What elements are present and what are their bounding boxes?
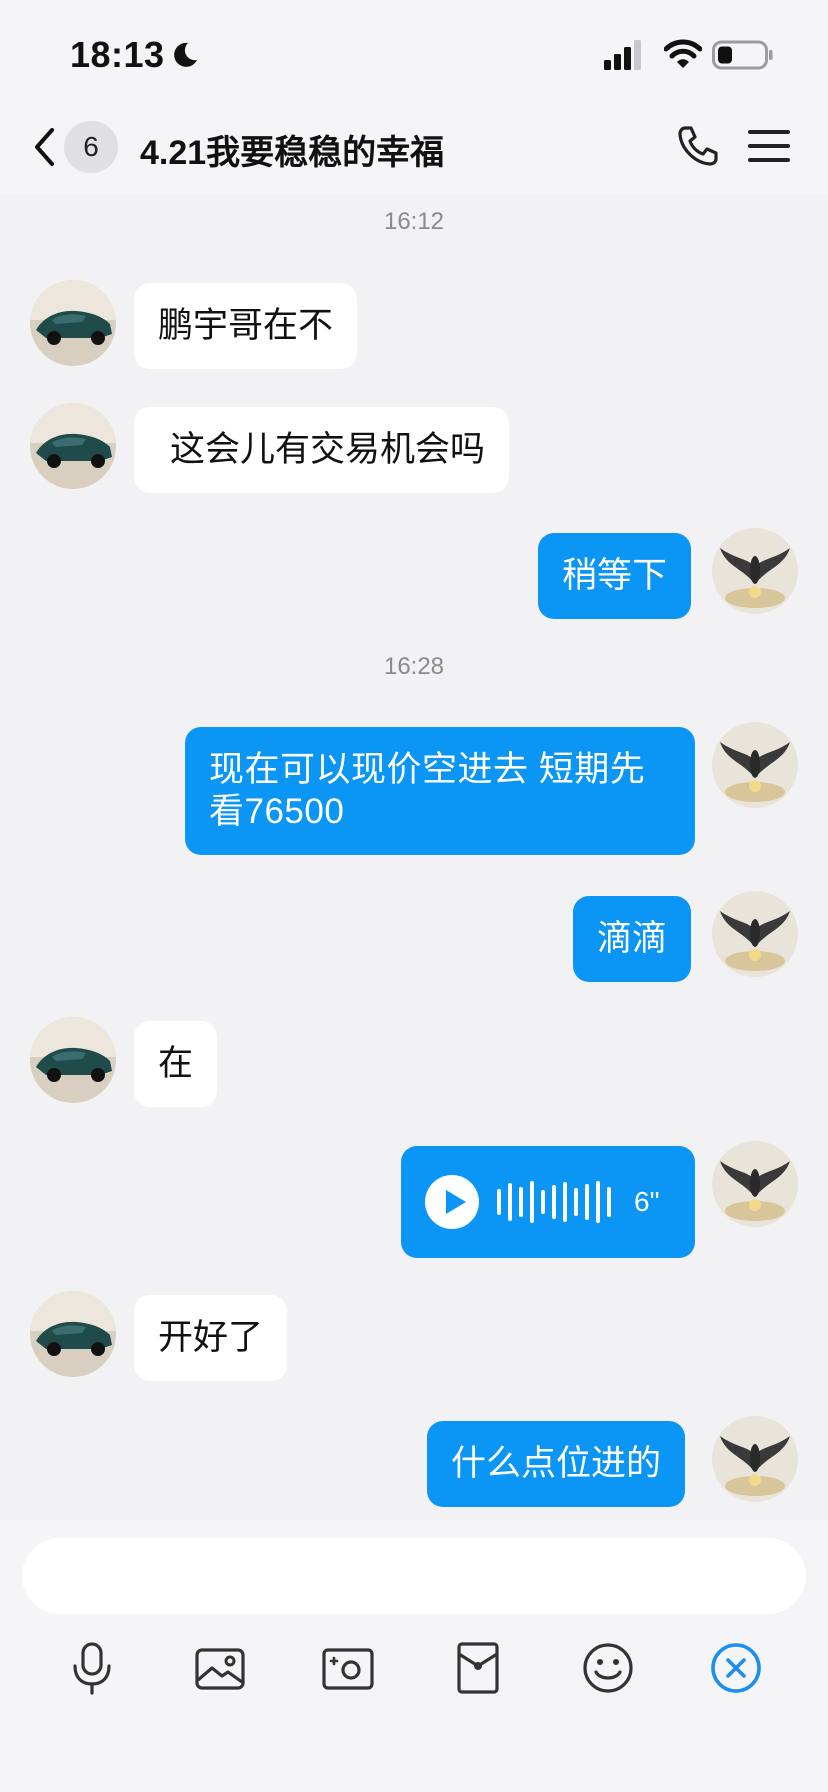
unread-count-badge[interactable]: 6 [64, 121, 118, 173]
my-avatar[interactable] [712, 891, 798, 977]
outgoing-message-bubble[interactable]: 滴滴 [573, 896, 692, 982]
status-bar: 18:13 [0, 0, 828, 100]
incoming-message-bubble[interactable]: 这会儿有交易机会吗 [134, 407, 510, 493]
microphone-icon[interactable] [62, 1638, 122, 1698]
waveform-icon [497, 1177, 618, 1227]
my-avatar[interactable] [712, 722, 798, 808]
voice-message-bubble[interactable]: 6" [401, 1146, 695, 1258]
outgoing-message-bubble[interactable]: 稍等下 [538, 533, 692, 619]
timestamp: 16:12 [383, 208, 445, 235]
message-input[interactable] [22, 1538, 806, 1614]
contact-avatar[interactable] [30, 1291, 116, 1377]
chat-header: 6 4.21我要稳稳的幸福 [0, 100, 828, 194]
wifi-icon [664, 39, 702, 68]
voice-duration: 6" [634, 1186, 660, 1217]
cellular-signal-icon [604, 40, 641, 70]
timestamp: 16:28 [383, 653, 445, 680]
red-packet-icon[interactable] [448, 1638, 508, 1698]
composer [0, 1520, 828, 1792]
my-avatar[interactable] [712, 528, 798, 614]
outgoing-message-bubble[interactable]: 现在可以现价空进去 短期先看76500 [185, 727, 695, 855]
incoming-message-bubble[interactable]: 开好了 [134, 1295, 288, 1381]
contact-avatar[interactable] [30, 403, 116, 489]
battery-icon [712, 40, 773, 70]
photo-icon[interactable] [190, 1638, 250, 1698]
status-time: 18:13 [70, 34, 165, 75]
incoming-message-bubble[interactable]: 鹏宇哥在不 [134, 283, 358, 369]
emoji-icon[interactable] [578, 1638, 638, 1698]
menu-icon[interactable] [748, 128, 790, 164]
contact-avatar[interactable] [30, 280, 116, 366]
play-icon[interactable] [425, 1175, 479, 1229]
incoming-message-bubble[interactable]: 在 [134, 1021, 218, 1107]
phone-call-icon[interactable] [676, 124, 720, 168]
camera-icon[interactable] [318, 1638, 378, 1698]
my-avatar[interactable] [712, 1141, 798, 1227]
chat-title: 4.21我要稳稳的幸福 [140, 134, 445, 172]
close-circle-icon[interactable] [706, 1638, 766, 1698]
outgoing-message-bubble[interactable]: 什么点位进的 [427, 1421, 686, 1507]
my-avatar[interactable] [712, 1416, 798, 1502]
moon-icon [174, 42, 197, 67]
contact-avatar[interactable] [30, 1017, 116, 1103]
back-chevron-icon[interactable] [30, 124, 60, 170]
